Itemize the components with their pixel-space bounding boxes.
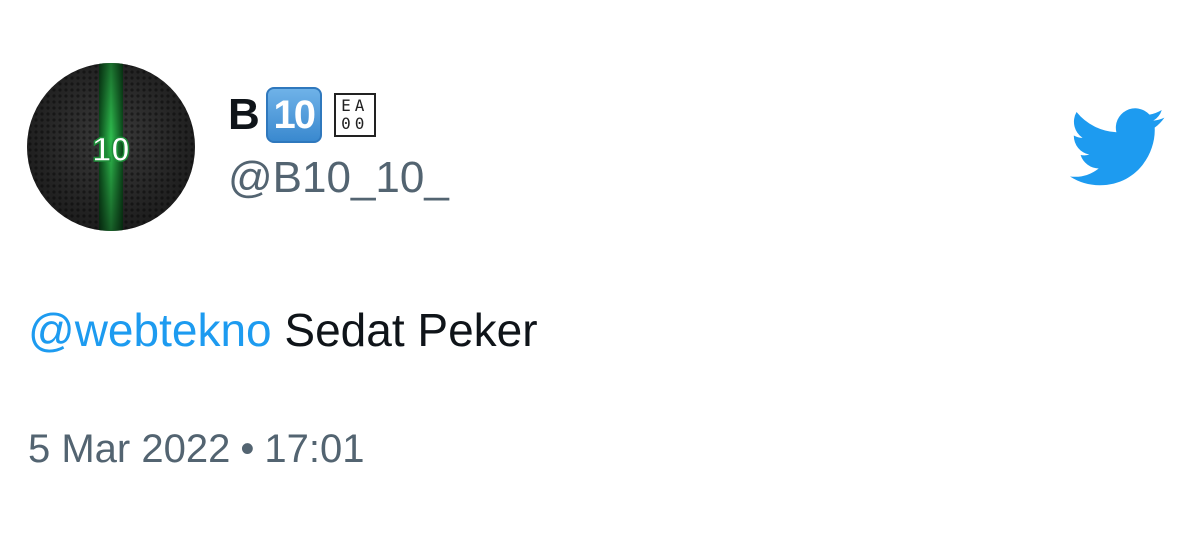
tweet-card: 10 B 10 EA 00 @B10_10_ @webtekno Sedat P… [0,0,1200,535]
display-name[interactable]: B [228,93,260,137]
avatar[interactable]: 10 [27,63,195,231]
ea-badge-top: EA [341,96,369,115]
name-row: B 10 EA 00 [228,86,376,144]
ea-badge-icon: EA 00 [333,93,376,137]
keycap-ten-emoji: 10 [265,87,322,143]
tweet-body: Sedat Peker [271,304,538,356]
tweet-text: @webtekno Sedat Peker [28,302,538,360]
tweet-time: 17:01 [264,427,365,471]
ea-badge-bottom: 00 [341,114,369,133]
mention-link[interactable]: @webtekno [28,304,272,356]
user-handle[interactable]: @B10_10_ [228,152,449,205]
avatar-image: 10 [27,63,195,231]
separator-dot: • [240,427,255,471]
tweet-date: 5 Mar 2022 [28,427,231,471]
timestamp[interactable]: 5 Mar 2022 • 17:01 [28,425,364,473]
twitter-bird-icon[interactable] [1070,108,1166,188]
avatar-number: 10 [92,131,130,169]
